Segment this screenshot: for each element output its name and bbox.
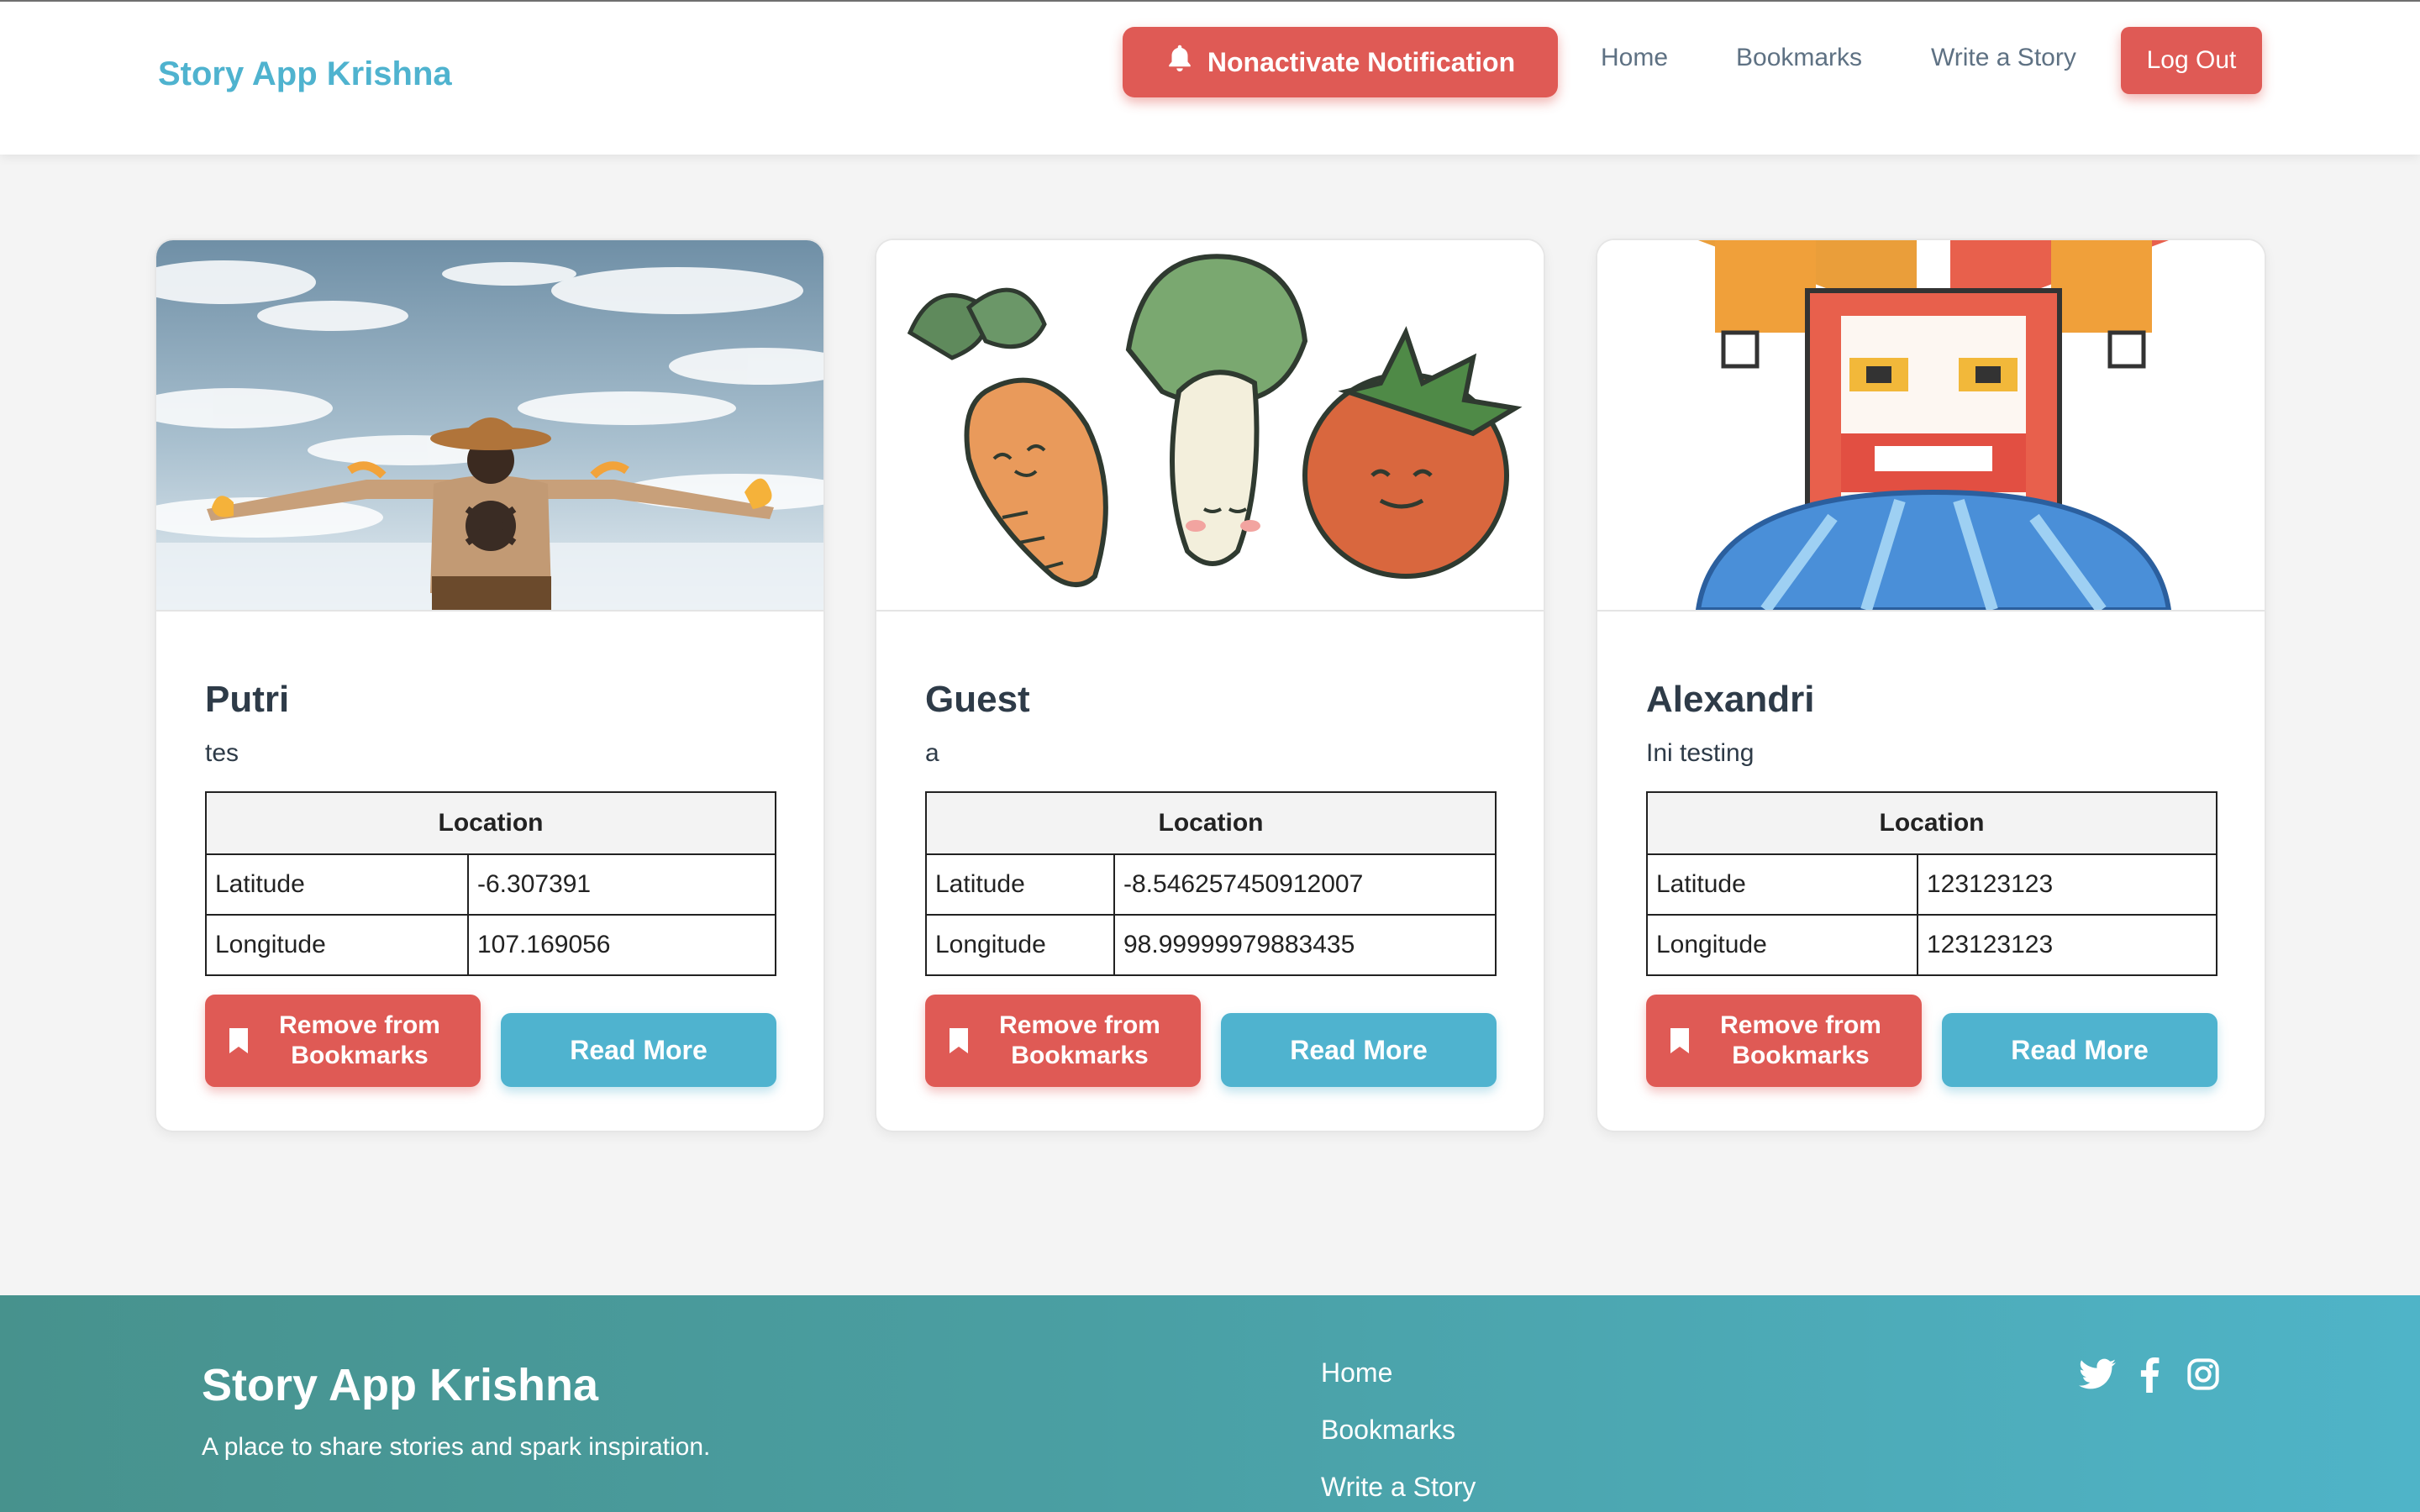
story-image[interactable] <box>876 240 1544 612</box>
location-table-header: Location <box>205 791 776 855</box>
latitude-label: Latitude <box>1646 853 1918 916</box>
read-more-button[interactable]: Read More <box>1942 1013 2217 1087</box>
story-card: Putri tes Location Latitude -6.307391 Lo… <box>155 239 825 1132</box>
top-navbar: Story App Krishna Nonactivate Notificati… <box>0 0 2420 155</box>
twitter-icon[interactable] <box>2079 1357 2116 1395</box>
story-description: a <box>925 739 939 767</box>
facebook-icon[interactable] <box>2139 1357 2160 1397</box>
location-table: Location Latitude -6.307391 Longitude 10… <box>205 791 776 976</box>
remove-bookmark-button[interactable]: Remove from Bookmarks <box>925 995 1201 1087</box>
latitude-label: Latitude <box>925 853 1115 916</box>
longitude-value: 107.169056 <box>467 914 776 976</box>
remove-bookmark-button[interactable]: Remove from Bookmarks <box>1646 995 1922 1087</box>
footer-home-link[interactable]: Home <box>1321 1357 1392 1389</box>
story-card: Alexandri Ini testing Location Latitude … <box>1596 239 2266 1132</box>
footer-write-story-link[interactable]: Write a Story <box>1321 1472 1476 1503</box>
story-card: Guest a Location Latitude -8.54625745091… <box>875 239 1545 1132</box>
location-table-header: Location <box>925 791 1497 855</box>
location-table: Location Latitude 123123123 Longitude 12… <box>1646 791 2217 976</box>
bookmark-icon <box>944 1026 974 1055</box>
story-author-name: Alexandri <box>1646 679 1815 720</box>
longitude-value: 123123123 <box>1917 914 2217 976</box>
latitude-label: Latitude <box>205 853 469 916</box>
brand-logo[interactable]: Story App Krishna <box>158 55 452 93</box>
story-image[interactable] <box>1597 240 2265 612</box>
notification-toggle-button[interactable]: Nonactivate Notification <box>1123 27 1558 97</box>
location-table-header: Location <box>1646 791 2217 855</box>
story-description: tes <box>205 739 239 767</box>
footer-bookmarks-link[interactable]: Bookmarks <box>1321 1415 1455 1446</box>
notification-button-label: Nonactivate Notification <box>1207 46 1516 77</box>
bell-icon <box>1165 43 1194 81</box>
footer: Story App Krishna A place to share stori… <box>0 1295 2420 1512</box>
longitude-label: Longitude <box>925 914 1115 976</box>
footer-tagline: A place to share stories and spark inspi… <box>202 1433 711 1461</box>
longitude-label: Longitude <box>1646 914 1918 976</box>
latitude-value: -6.307391 <box>467 853 776 916</box>
remove-bookmark-label: Remove from Bookmarks <box>999 1011 1160 1069</box>
bookmark-icon <box>1665 1026 1695 1055</box>
longitude-value: 98.99999979883435 <box>1113 914 1497 976</box>
latitude-value: -8.546257450912007 <box>1113 853 1497 916</box>
story-author-name: Guest <box>925 679 1030 720</box>
instagram-icon[interactable] <box>2186 1357 2220 1395</box>
longitude-label: Longitude <box>205 914 469 976</box>
footer-brand: Story App Krishna <box>202 1360 599 1410</box>
story-author-name: Putri <box>205 679 290 720</box>
latitude-value: 123123123 <box>1917 853 2217 916</box>
nav-home-link[interactable]: Home <box>1601 44 1668 72</box>
read-more-button[interactable]: Read More <box>501 1013 776 1087</box>
location-table: Location Latitude -8.546257450912007 Lon… <box>925 791 1497 976</box>
nav-bookmarks-link[interactable]: Bookmarks <box>1736 44 1862 72</box>
story-image[interactable] <box>156 240 823 612</box>
nav-write-story-link[interactable]: Write a Story <box>1931 44 2076 72</box>
story-description: Ini testing <box>1646 739 1754 767</box>
remove-bookmark-label: Remove from Bookmarks <box>1720 1011 1881 1069</box>
logout-button[interactable]: Log Out <box>2121 27 2262 94</box>
read-more-button[interactable]: Read More <box>1221 1013 1497 1087</box>
bookmark-icon <box>224 1026 254 1055</box>
remove-bookmark-label: Remove from Bookmarks <box>279 1011 440 1069</box>
remove-bookmark-button[interactable]: Remove from Bookmarks <box>205 995 481 1087</box>
